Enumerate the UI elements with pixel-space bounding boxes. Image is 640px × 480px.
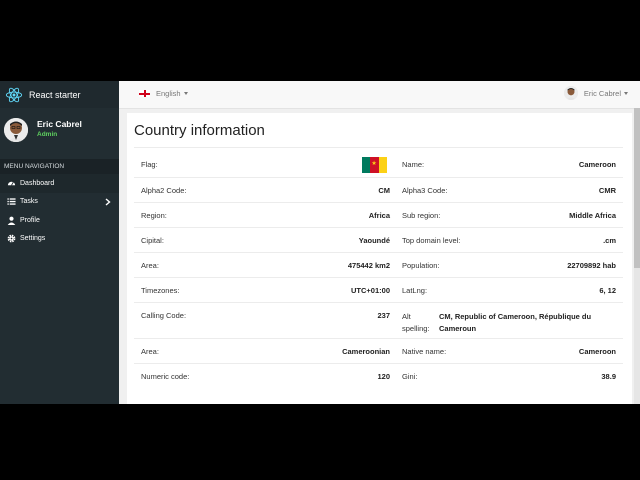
left-field-label: Numeric code: bbox=[141, 372, 190, 381]
sidebar-item-label: Dashboard bbox=[20, 179, 55, 187]
right-field-label: Alpha3 Code: bbox=[402, 186, 448, 195]
right-field-value: .cm bbox=[603, 236, 616, 245]
info-row: Timezones: UTC+01:00 LatLng: 6, 12 bbox=[134, 277, 623, 303]
left-field-value: 120 bbox=[377, 372, 390, 381]
app-window: React starter Eric Cabrel Admin MENU NAV… bbox=[0, 81, 640, 404]
right-field-label: Gini: bbox=[402, 372, 418, 381]
brand-title: React starter bbox=[29, 89, 81, 100]
left-field-value: CM bbox=[378, 186, 390, 195]
right-field-label: Native name: bbox=[402, 347, 447, 356]
language-label: English bbox=[156, 89, 181, 98]
right-field-value: Middle Africa bbox=[569, 211, 616, 220]
country-info-card: Country information Flag: ★ Name: Cameroon A… bbox=[127, 113, 632, 404]
star-icon: ★ bbox=[371, 161, 377, 167]
sidebar-item-label: Profile bbox=[20, 216, 40, 224]
sidebar-item-dashboard[interactable]: Dashboard bbox=[0, 174, 119, 193]
right-field-label: Sub region: bbox=[402, 211, 441, 220]
info-row: Flag: ★ Name: Cameroon bbox=[134, 152, 623, 177]
info-row: Numeric code: 120 Gini: 38.9 bbox=[134, 363, 623, 389]
react-logo-icon bbox=[5, 87, 23, 102]
top-navbar: English Eric Cabrel bbox=[119, 81, 640, 109]
sidebar-item-settings[interactable]: Settings bbox=[0, 230, 119, 249]
left-field-value: Africa bbox=[368, 211, 390, 220]
flag-stripe bbox=[378, 157, 387, 173]
caret-down-icon bbox=[183, 92, 188, 95]
left-field-value: UTC+01:00 bbox=[351, 286, 390, 295]
left-field-label: Region: bbox=[141, 211, 167, 220]
brand[interactable]: React starter bbox=[0, 81, 119, 108]
sidebar-item-label: Settings bbox=[20, 235, 46, 243]
right-field-value: 22709892 hab bbox=[567, 261, 616, 270]
right-field-value: 38.9 bbox=[601, 372, 616, 381]
user-panel: Eric Cabrel Admin bbox=[0, 117, 119, 157]
avatar bbox=[4, 118, 28, 142]
user-name: Eric Cabrel bbox=[37, 119, 82, 129]
left-field-value: Yaoundé bbox=[358, 236, 390, 245]
user-icon bbox=[7, 216, 16, 225]
language-dropdown[interactable]: English bbox=[139, 89, 188, 98]
right-field-label: Population: bbox=[402, 261, 440, 270]
topbar-user-name: Eric Cabrel bbox=[583, 88, 621, 98]
info-row: Alpha2 Code: CM Alpha3 Code: CMR bbox=[134, 177, 623, 203]
page-title: Country information bbox=[134, 122, 265, 139]
right-field-label: LatLng: bbox=[402, 286, 428, 295]
info-row: Cipital: Yaoundé Top domain level: .cm bbox=[134, 227, 623, 253]
info-row: Calling Code: 237 Alt spelling: CM, Republi… bbox=[134, 302, 623, 339]
info-row: Area: Cameroonian Native name: Cameroon bbox=[134, 338, 623, 364]
left-field-label: Timezones: bbox=[141, 286, 180, 295]
left-field-label: Cipital: bbox=[141, 236, 164, 245]
right-field-value: CM, Republic of Cameroon, République du … bbox=[439, 312, 592, 333]
user-role: Admin bbox=[37, 131, 58, 138]
right-field-label: Alt spelling: bbox=[402, 312, 430, 333]
flag-stripe bbox=[362, 157, 371, 173]
tasks-icon bbox=[7, 197, 16, 206]
dashboard-icon bbox=[7, 179, 16, 188]
user-menu-dropdown[interactable]: Eric Cabrel bbox=[563, 86, 628, 100]
sidebar-item-label: Tasks bbox=[20, 198, 38, 206]
gear-icon bbox=[7, 234, 16, 243]
menu-header: MENU NAVIGATION bbox=[0, 159, 119, 174]
divider bbox=[134, 147, 623, 148]
info-row: Region: Africa Sub region: Middle Africa bbox=[134, 202, 623, 228]
right-field-value: CMR bbox=[598, 186, 616, 195]
caret-down-icon bbox=[624, 91, 628, 95]
left-field-label: Area: bbox=[141, 261, 159, 270]
left-field-label: Area: bbox=[141, 347, 159, 356]
info-row: Area: 475442 km2 Population: 22709892 hab bbox=[134, 252, 623, 278]
left-field-value: 237 bbox=[377, 311, 390, 320]
left-field-value: Cameroonian bbox=[342, 347, 390, 356]
flag-stripe: ★ bbox=[370, 157, 379, 173]
left-field-label: Alpha2 Code: bbox=[141, 186, 187, 195]
chevron-right-icon bbox=[105, 197, 111, 206]
right-field-value: 6, 12 bbox=[599, 286, 616, 295]
right-field-value: Cameroon bbox=[578, 160, 616, 169]
sidebar: React starter Eric Cabrel Admin MENU NAV… bbox=[0, 81, 119, 404]
left-field-label: Calling Code: bbox=[141, 311, 187, 320]
scrollbar-thumb[interactable] bbox=[634, 108, 640, 268]
avatar bbox=[563, 86, 578, 100]
cameroon-flag-icon: ★ bbox=[362, 157, 387, 173]
left-field-label: Flag: bbox=[141, 160, 158, 169]
england-flag-icon bbox=[139, 90, 150, 97]
right-field-label: Name: bbox=[402, 160, 425, 169]
sidebar-item-tasks[interactable]: Tasks bbox=[0, 193, 119, 212]
right-field-label: Top domain level: bbox=[402, 236, 461, 245]
right-field-value: Cameroon bbox=[578, 347, 616, 356]
sidebar-item-profile[interactable]: Profile bbox=[0, 211, 119, 230]
left-field-value: 475442 km2 bbox=[347, 261, 390, 270]
